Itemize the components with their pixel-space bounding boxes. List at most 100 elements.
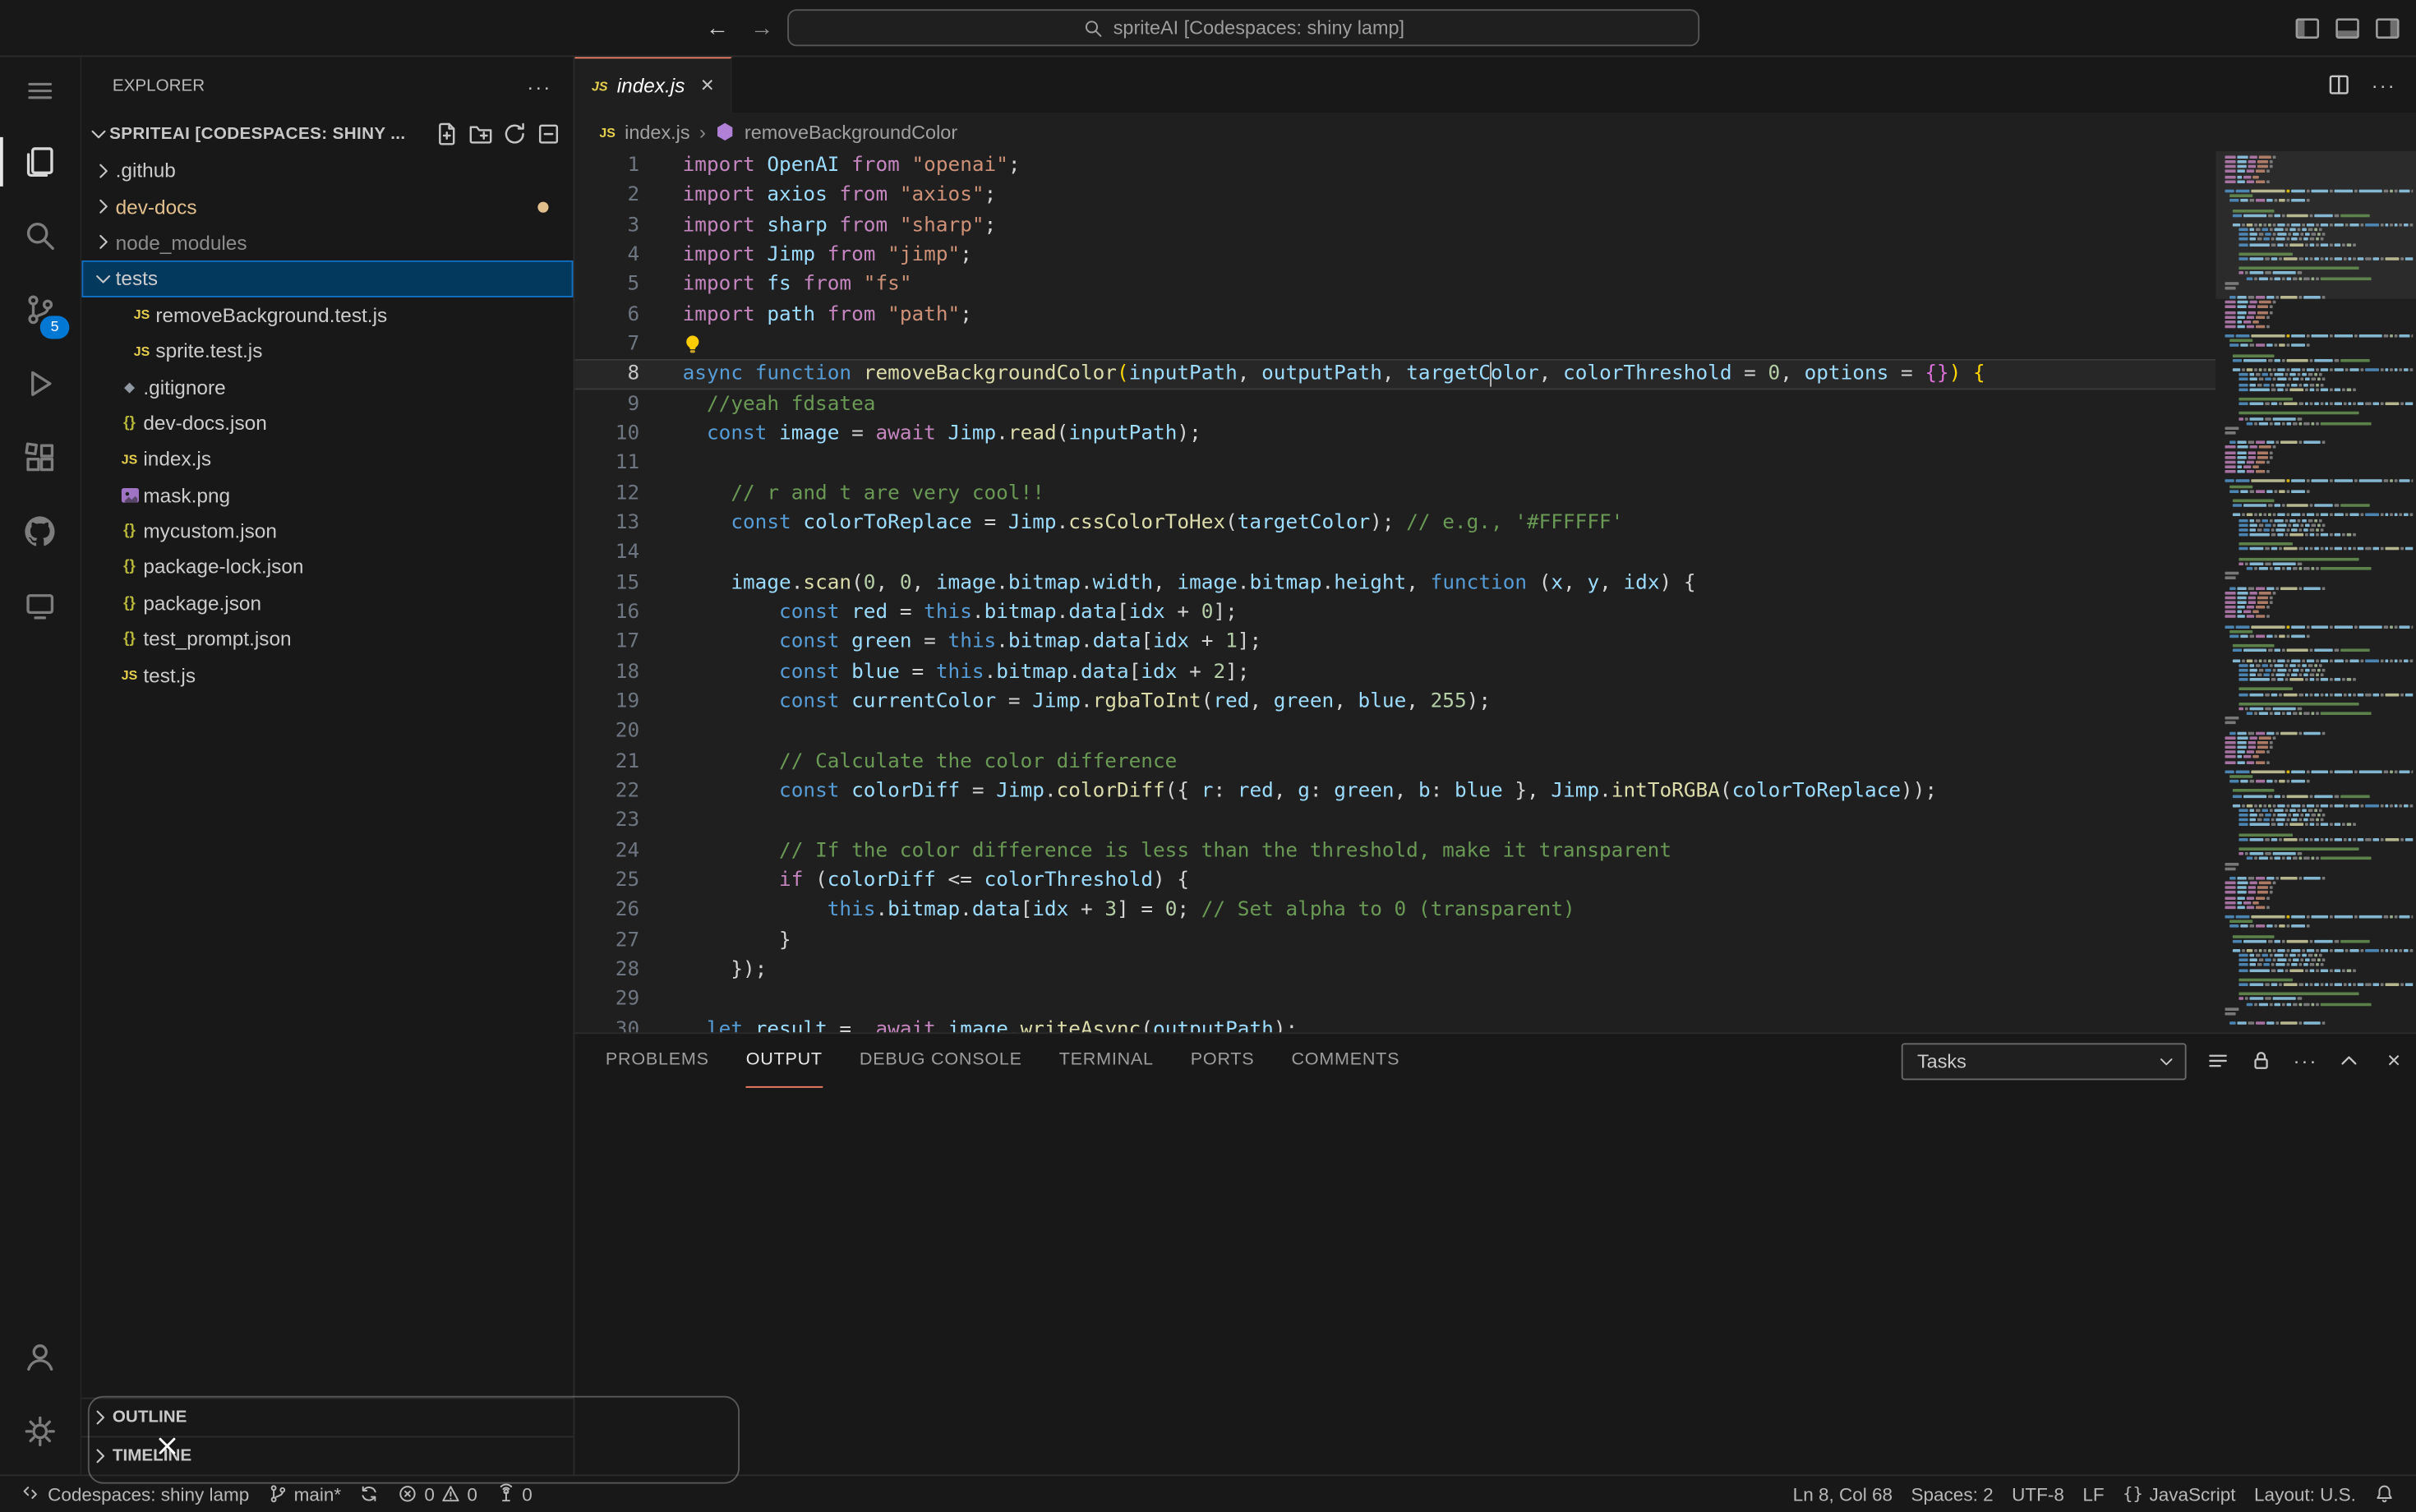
code-line-1[interactable]: 1import OpenAI from "openai";: [574, 151, 2215, 181]
activity-github[interactable]: [0, 495, 81, 569]
tasks-dropdown[interactable]: Tasks: [1902, 1042, 2187, 1079]
panel-tab-output[interactable]: OUTPUT: [746, 1034, 823, 1088]
panel-tab-debug-console[interactable]: DEBUG CONSOLE: [860, 1034, 1022, 1088]
code-line-28[interactable]: 28 });: [574, 955, 2215, 984]
line-number[interactable]: 14: [574, 538, 682, 568]
code-line-2[interactable]: 2import axios from "axios";: [574, 181, 2215, 210]
line-number[interactable]: 3: [574, 210, 682, 240]
code-line-10[interactable]: 10 const image = await Jimp.read(inputPa…: [574, 419, 2215, 449]
tree-item-mask-png[interactable]: mask.png: [81, 477, 573, 513]
new-file-icon[interactable]: [435, 122, 459, 146]
tree-item-node-modules[interactable]: node_modules: [81, 224, 573, 260]
remote-indicator[interactable]: Codespaces: shiny lamp: [12, 1476, 259, 1512]
line-number[interactable]: 2: [574, 181, 682, 210]
code-line-19[interactable]: 19 const currentColor = Jimp.rgbaToInt(r…: [574, 687, 2215, 717]
code-line-12[interactable]: 12 // r and t are very cool!!: [574, 478, 2215, 508]
workspace-section-header[interactable]: SPRITEAI [CODESPACES: SHINY ...: [81, 116, 573, 153]
code-line-4[interactable]: 4import Jimp from "jimp";: [574, 240, 2215, 270]
line-number[interactable]: 19: [574, 687, 682, 717]
code-line-14[interactable]: 14: [574, 538, 2215, 568]
code-line-5[interactable]: 5import fs from "fs": [574, 270, 2215, 300]
line-number[interactable]: 5: [574, 270, 682, 300]
split-editor-icon[interactable]: [2326, 72, 2351, 97]
code-line-24[interactable]: 24 // If the color difference is less th…: [574, 836, 2215, 865]
line-number[interactable]: 18: [574, 657, 682, 687]
activity-accounts[interactable]: [0, 1321, 81, 1394]
activity-explorer[interactable]: [0, 125, 81, 199]
code-line-29[interactable]: 29: [574, 984, 2215, 1014]
tree-item-mycustom-json[interactable]: {}mycustom.json: [81, 513, 573, 549]
tree-item-index-js[interactable]: JSindex.js: [81, 440, 573, 477]
code-line-30[interactable]: 30 let result = await image.writeAsync(o…: [574, 1015, 2215, 1033]
panel-tab-terminal[interactable]: TERMINAL: [1059, 1034, 1154, 1088]
line-number[interactable]: 11: [574, 449, 682, 478]
code-line-20[interactable]: 20: [574, 717, 2215, 746]
panel-more-actions-icon[interactable]: ···: [2293, 1051, 2317, 1071]
panel-tab-problems[interactable]: PROBLEMS: [606, 1034, 709, 1088]
line-number[interactable]: 12: [574, 478, 682, 508]
code-line-25[interactable]: 25 if (colorDiff <= colorThreshold) {: [574, 866, 2215, 896]
line-number[interactable]: 28: [574, 955, 682, 984]
tree-item-package-json[interactable]: {}package.json: [81, 585, 573, 621]
line-number[interactable]: 26: [574, 896, 682, 925]
activity-source-control[interactable]: 5: [0, 273, 81, 347]
code-line-3[interactable]: 3import sharp from "sharp";: [574, 210, 2215, 240]
arrow-right-icon[interactable]: →: [750, 16, 773, 39]
close-panel-icon[interactable]: ×: [2387, 1049, 2400, 1072]
activity-search[interactable]: [0, 199, 81, 273]
tab-index-js[interactable]: JS index.js ×: [574, 57, 732, 113]
arrow-left-icon[interactable]: ←: [706, 16, 729, 39]
code-line-11[interactable]: 11: [574, 449, 2215, 478]
tree-item-dev-docs-json[interactable]: {}dev-docs.json: [81, 405, 573, 441]
notifications[interactable]: [2365, 1476, 2404, 1512]
editor-more-actions-icon[interactable]: ···: [2372, 75, 2396, 94]
code-line-8[interactable]: 8async function removeBackgroundColor(in…: [574, 359, 2215, 389]
tree-item-package-lock-json[interactable]: {}package-lock.json: [81, 549, 573, 585]
tree-item-test-js[interactable]: JStest.js: [81, 657, 573, 694]
code-line-18[interactable]: 18 const blue = this.bitmap.data[idx + 2…: [574, 657, 2215, 687]
problems[interactable]: 00: [389, 1476, 486, 1512]
line-number[interactable]: 15: [574, 568, 682, 597]
command-center-search[interactable]: spriteAI [Codespaces: shiny lamp]: [787, 9, 1699, 46]
line-number[interactable]: 23: [574, 806, 682, 836]
timeline-section[interactable]: TIMELINE: [81, 1436, 573, 1475]
code-line-13[interactable]: 13 const colorToReplace = Jimp.cssColorT…: [574, 509, 2215, 538]
tree-item-github[interactable]: .github: [81, 153, 573, 189]
activity-settings[interactable]: [0, 1394, 81, 1468]
eol[interactable]: LF: [2073, 1476, 2114, 1512]
line-number[interactable]: 8: [574, 359, 682, 389]
code-line-16[interactable]: 16 const red = this.bitmap.data[idx + 0]…: [574, 597, 2215, 627]
git-branch[interactable]: main*: [259, 1476, 351, 1512]
cursor-position[interactable]: Ln 8, Col 68: [1783, 1476, 1902, 1512]
line-number[interactable]: 1: [574, 151, 682, 181]
breadcrumb-symbol[interactable]: removeBackgroundColor: [745, 121, 957, 142]
close-tab-icon[interactable]: ×: [700, 74, 713, 97]
activity-run-and-debug[interactable]: [0, 347, 81, 421]
code-line-23[interactable]: 23: [574, 806, 2215, 836]
line-number[interactable]: 10: [574, 419, 682, 449]
sync-changes[interactable]: [350, 1476, 389, 1512]
code-line-9[interactable]: 9 //yeah fdsatea: [574, 390, 2215, 419]
line-number[interactable]: 16: [574, 597, 682, 627]
line-number[interactable]: 7: [574, 330, 682, 359]
activity-remote-explorer[interactable]: [0, 569, 81, 643]
tree-item-tests[interactable]: tests: [81, 260, 573, 297]
code-line-17[interactable]: 17 const green = this.bitmap.data[idx + …: [574, 628, 2215, 657]
language-mode[interactable]: {}JavaScript: [2114, 1476, 2245, 1512]
breadcrumb-file[interactable]: index.js: [625, 121, 689, 142]
maximize-panel-icon[interactable]: [2338, 1049, 2361, 1072]
refresh-explorer-icon[interactable]: [502, 122, 527, 146]
collapse-folders-icon[interactable]: [537, 122, 561, 146]
line-number[interactable]: 17: [574, 628, 682, 657]
line-number[interactable]: 24: [574, 836, 682, 865]
tree-item-removebackground-test-js[interactable]: JSremoveBackground.test.js: [81, 297, 573, 333]
code-editor[interactable]: 1import OpenAI from "openai";2import axi…: [574, 151, 2215, 1033]
tree-item-test-prompt-json[interactable]: {}test_prompt.json: [81, 621, 573, 657]
line-number[interactable]: 30: [574, 1015, 682, 1033]
new-folder-icon[interactable]: [468, 122, 493, 146]
tree-item-dev-docs[interactable]: dev-docs: [81, 188, 573, 224]
code-line-21[interactable]: 21 // Calculate the color difference: [574, 747, 2215, 777]
lightbulb-icon[interactable]: [683, 334, 703, 354]
outline-section[interactable]: OUTLINE: [81, 1398, 573, 1436]
line-number[interactable]: 29: [574, 984, 682, 1014]
